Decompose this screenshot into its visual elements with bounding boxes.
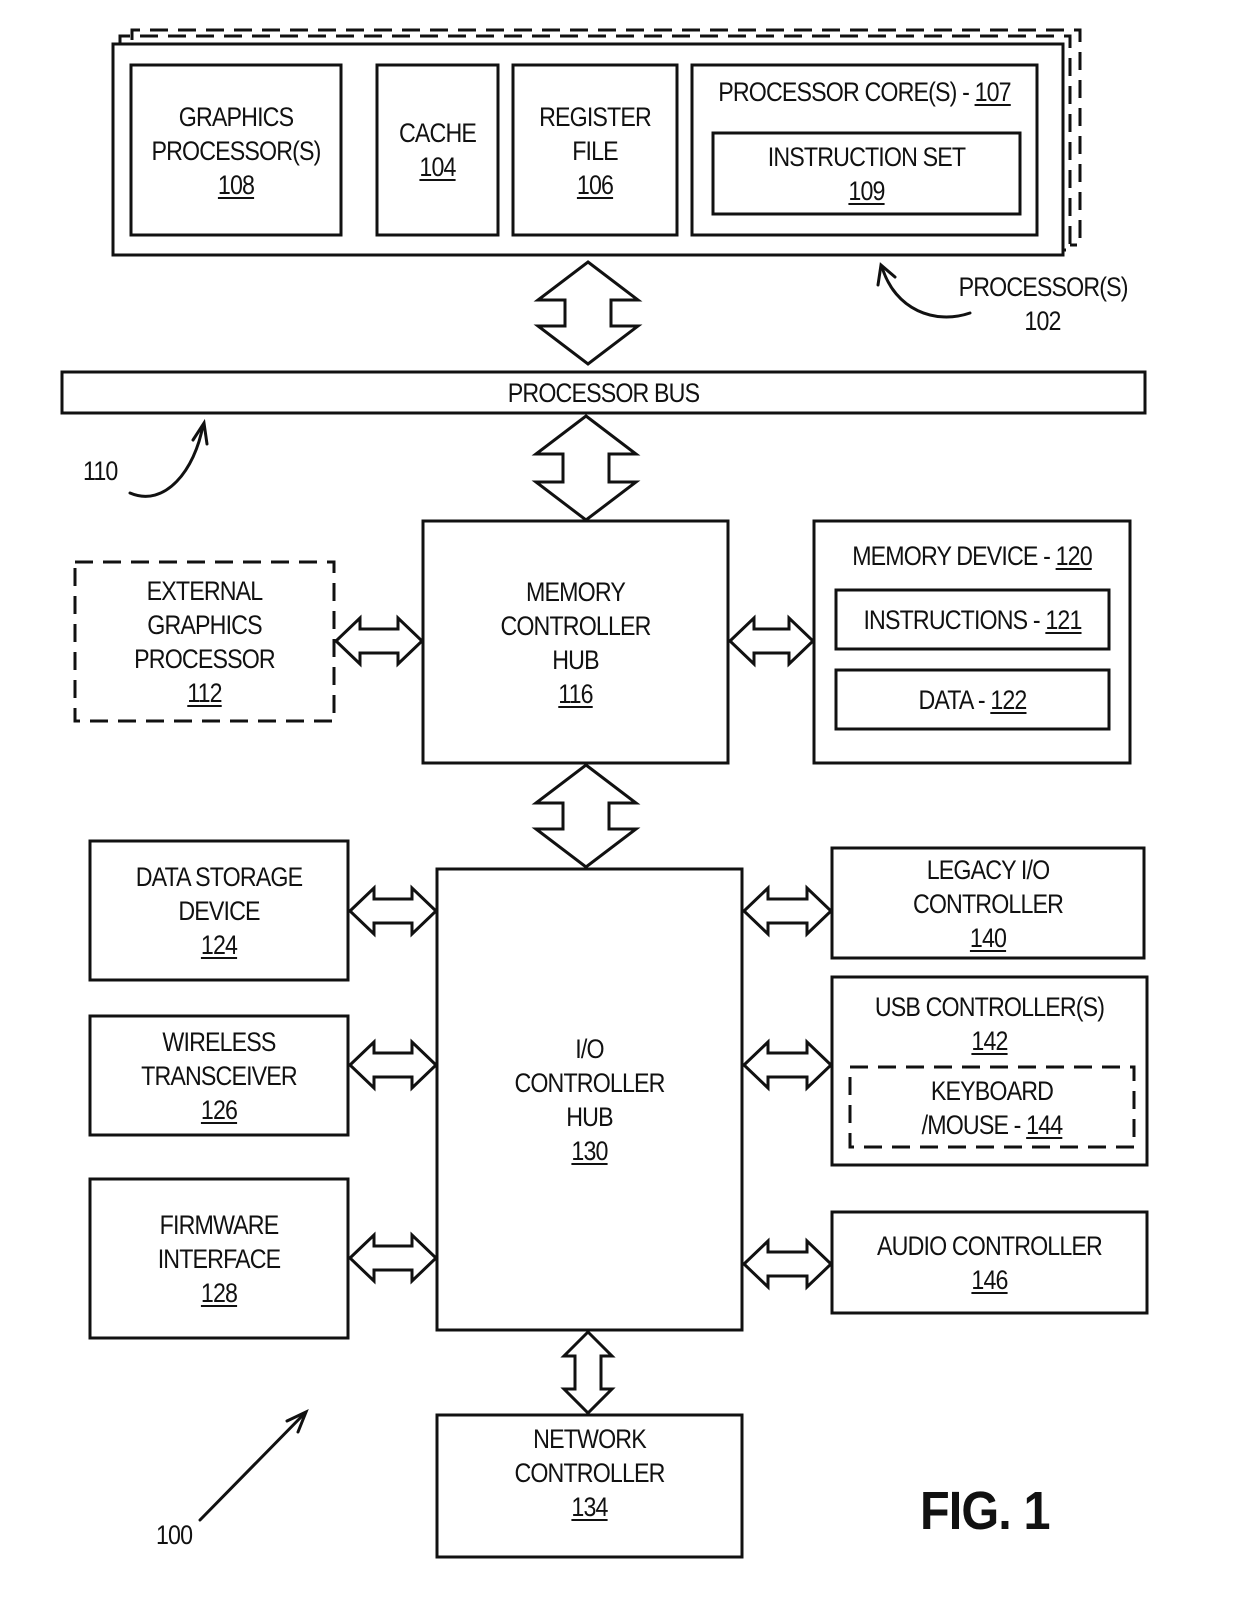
io-controller-hub-label: I/O CONTROLLER HUB 130 [458,1032,720,1168]
data-storage-line-1: DATA STORAGE [135,862,303,892]
processor-group-text: PROCESSOR(S) [958,272,1129,302]
graphics-processor-label: GRAPHICS PROCESSOR(S) 108 [146,100,327,202]
wireless-label: WIRELESS TRANSCEIVER 126 [108,1025,330,1127]
instructions-label: INSTRUCTIONS - 121 [855,603,1090,637]
register-file-ref: 106 [576,170,614,200]
instruction-set-line-1: INSTRUCTION SET [767,142,966,172]
legacy-io-line-2: CONTROLLER [912,889,1064,919]
network-ref: 134 [571,1492,608,1522]
processor-core-label: PROCESSOR CORE(S) - 107 [716,75,1013,109]
memory-controller-hub-label: MEMORY CONTROLLER HUB 116 [444,575,706,711]
audio-line-1: AUDIO CONTROLLER [877,1231,1103,1261]
register-file-line-1: REGISTER [539,102,652,132]
register-file-label: REGISTER FILE 106 [524,100,665,202]
network-line-1: NETWORK [533,1424,647,1454]
processor-group-label: PROCESSOR(S) 102 [958,270,1129,338]
arrow-firmware-ich [347,1231,439,1285]
block-diagram [60,28,1149,1559]
cache-ref: 104 [419,152,456,182]
memory-device-text: MEMORY DEVICE - [852,541,1056,571]
firmware-label: FIRMWARE INTERFACE 128 [108,1208,330,1310]
firmware-line-2: INTERFACE [157,1244,281,1274]
arrow-wireless-ich [347,1038,439,1092]
external-graphics-label: EXTERNAL GRAPHICS PROCESSOR 112 [93,574,316,710]
audio-label: AUDIO CONTROLLER 146 [854,1229,1125,1297]
instructions-ref: 121 [1045,605,1082,635]
data-storage-ref: 124 [200,930,238,960]
instruction-set-ref: 109 [848,176,885,206]
wireless-line-2: TRANSCEIVER [141,1061,298,1091]
arrow-ich-legacy [741,884,834,938]
mch-line-2: CONTROLLER [500,611,651,641]
arrow-bus-mch [531,414,641,522]
legacy-io-ref: 140 [969,923,1007,953]
instructions-text: INSTRUCTIONS - [863,605,1046,635]
bus-ref-curve [128,423,205,498]
external-graphics-line-1: EXTERNAL [146,576,264,606]
data-ref: 122 [990,685,1027,715]
keyboard-line-1: KEYBOARD [930,1076,1054,1106]
data-text: DATA - [918,685,991,715]
figure-title: FIG. 1 [920,1481,1051,1541]
usb-label: USB CONTROLLER(S) 142 [854,990,1125,1058]
register-file-line-2: FILE [572,136,618,166]
processor-bus-text: PROCESSOR BUS [507,378,700,408]
instruction-set-label: INSTRUCTION SET 109 [734,140,998,208]
firmware-ref: 128 [200,1278,238,1308]
usb-line-1: USB CONTROLLER(S) [874,992,1105,1022]
ich-ref: 130 [571,1136,608,1166]
graphics-processor-line-1: GRAPHICS [178,102,294,132]
processor-core-text: PROCESSOR CORE(S) - [718,77,975,107]
ich-line-3: HUB [566,1102,613,1132]
wireless-ref: 126 [200,1095,238,1125]
arrow-storage-ich [347,884,439,938]
memory-device-label: MEMORY DEVICE - 120 [836,539,1108,573]
cache-line-1: CACHE [399,118,477,148]
data-label: DATA - 122 [855,683,1090,717]
arrow-extgfx-mch [333,614,425,668]
graphics-processor-ref: 108 [217,170,255,200]
arrow-mch-memory [727,614,816,668]
system-ref-arrow [198,1411,307,1522]
data-storage-line-2: DEVICE [178,896,260,926]
external-graphics-line-2: GRAPHICS [147,610,262,640]
keyboard-mouse-label: KEYBOARD /MOUSE - 144 [870,1074,1114,1142]
keyboard-ref: 144 [1026,1110,1063,1140]
memory-device-ref: 120 [1055,541,1093,571]
arrow-ich-usb [741,1038,834,1092]
firmware-line-1: FIRMWARE [159,1210,280,1240]
arrow-mch-ich [531,763,641,869]
cache-label: CACHE 104 [385,116,489,184]
bus-ref-label: 110 [83,456,118,486]
network-line-2: CONTROLLER [514,1458,665,1488]
data-storage-label: DATA STORAGE DEVICE 124 [108,860,330,962]
external-graphics-ref: 112 [187,678,222,708]
audio-ref: 146 [971,1265,1008,1295]
arrow-processor-bus [533,260,643,366]
mch-line-1: MEMORY [526,577,626,607]
external-graphics-line-3: PROCESSOR [134,644,276,674]
mch-line-3: HUB [552,645,599,675]
mch-ref: 116 [558,679,593,709]
processor-group-ref: 102 [1024,306,1061,336]
processor-core-ref: 107 [974,77,1012,107]
arrow-ich-audio [741,1237,834,1291]
legacy-io-line-1: LEGACY I/O [926,855,1050,885]
legacy-io-label: LEGACY I/O CONTROLLER 140 [854,853,1122,955]
ich-line-2: CONTROLLER [514,1068,665,1098]
ich-line-1: I/O [575,1034,604,1064]
graphics-processor-line-2: PROCESSOR(S) [151,136,321,166]
system-ref-label: 100 [156,1520,193,1550]
keyboard-line-2: /MOUSE - [921,1110,1027,1140]
processor-bus-label: PROCESSOR BUS [138,376,1069,410]
wireless-line-1: WIRELESS [162,1027,276,1057]
processor-ref-curve [880,265,972,319]
network-label: NETWORK CONTROLLER 134 [458,1422,720,1524]
usb-ref: 142 [971,1026,1008,1056]
arrow-ich-network [560,1329,616,1416]
